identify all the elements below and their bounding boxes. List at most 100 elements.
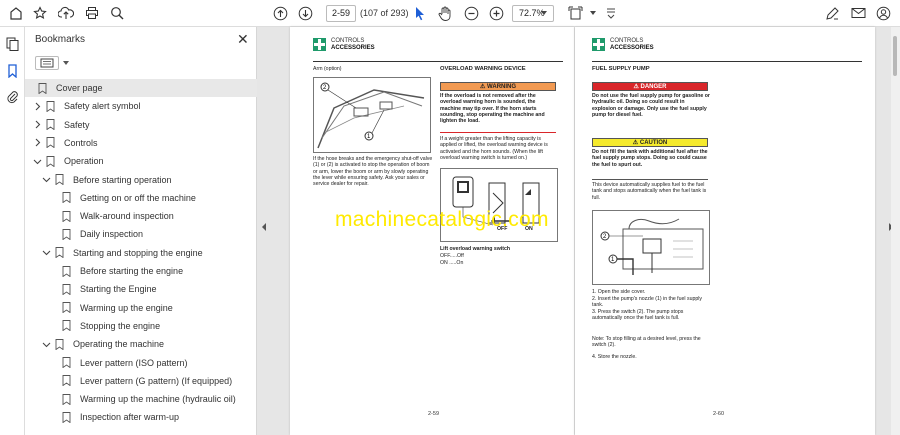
bookmark-item[interactable]: Operation — [25, 152, 257, 170]
close-icon[interactable]: ✕ — [237, 31, 249, 48]
select-cursor-icon[interactable] — [411, 4, 429, 22]
print-icon[interactable] — [83, 4, 101, 22]
chevron-down-icon[interactable] — [42, 248, 51, 257]
caution-rule — [592, 179, 708, 180]
bookmark-label: Walk-around inspection — [80, 211, 174, 222]
home-icon[interactable] — [7, 4, 25, 22]
bookmark-icon — [62, 210, 71, 222]
bookmark-label: Lever pattern (ISO pattern) — [80, 357, 188, 368]
switch-off-line: OFF.....Off — [440, 253, 464, 259]
bookmark-item[interactable]: Lever pattern (G pattern) (If equipped) — [25, 372, 257, 390]
panel-title: Bookmarks — [35, 34, 86, 45]
bookmark-item[interactable]: Walk-around inspection — [25, 207, 257, 225]
navigation-rail — [0, 27, 25, 435]
bookmark-item[interactable]: Safety alert symbol — [25, 97, 257, 115]
chevron-down-icon — [63, 61, 69, 65]
zoom-in-button[interactable] — [487, 4, 505, 22]
star-icon[interactable] — [31, 4, 49, 22]
bookmark-item[interactable]: Before starting operation — [25, 171, 257, 189]
bookmark-item[interactable]: Daily inspection — [25, 225, 257, 243]
bookmark-icon — [46, 119, 55, 131]
chevron-right-icon[interactable] — [33, 120, 42, 129]
document-page-right: CONTROLS ACCESSORIES FUEL SUPPLY PUMP ⚠ … — [575, 27, 875, 435]
bookmark-item[interactable]: Before starting the engine — [25, 262, 257, 280]
arm-title: Arm (option) — [313, 66, 342, 72]
fuel-pump-title: FUEL SUPPLY PUMP — [592, 66, 650, 72]
bookmark-item[interactable]: Starting the Engine — [25, 280, 257, 298]
toolbar-more-icon[interactable] — [604, 4, 618, 22]
attachments-icon[interactable] — [6, 90, 19, 104]
page-header: CONTROLS ACCESSORIES — [313, 38, 573, 56]
bookmark-item[interactable]: Cover page — [25, 79, 257, 97]
arm-figure: 2 1 — [313, 77, 431, 153]
account-icon[interactable] — [874, 4, 892, 22]
previous-page-button[interactable] — [271, 4, 289, 22]
bookmark-icon — [62, 228, 71, 241]
subsection-title: ACCESSORIES — [331, 45, 375, 51]
bookmark-icon — [46, 137, 55, 149]
bookmark-label: Cover page — [56, 83, 103, 93]
page-thumbnails-icon[interactable] — [6, 37, 19, 51]
overload-text: If a weight greater than the lifting cap… — [440, 136, 548, 161]
caution-text: Do not fill the tank with additional fue… — [592, 149, 708, 168]
section-logo-icon — [592, 38, 605, 51]
viewer-scrollbar[interactable] — [891, 27, 900, 435]
bookmark-label: Warming up the engine — [80, 302, 173, 313]
upload-icon[interactable] — [57, 4, 75, 22]
page-fit-icon[interactable] — [566, 4, 584, 22]
bookmark-label: Lever pattern (G pattern) (If equipped) — [80, 375, 233, 386]
bookmark-item[interactable]: Safety — [25, 116, 257, 134]
intro-text: This device automatically supplies fuel … — [592, 182, 707, 201]
arm-text: If the hose breaks and the emergency shu… — [313, 156, 433, 188]
viewer-scrollbar-thumb[interactable] — [893, 36, 897, 76]
edit-pen-icon[interactable] — [823, 4, 841, 22]
fuel-pump-figure: 1 2 — [592, 210, 710, 285]
bookmark-icon — [55, 338, 64, 351]
bookmark-item[interactable]: Warming up the machine (hydraulic oil) — [25, 390, 257, 408]
zoom-search-icon[interactable] — [108, 4, 126, 22]
page-fit-dropdown-icon[interactable] — [586, 4, 600, 22]
chevron-down-icon[interactable] — [42, 175, 51, 184]
bookmark-icon — [55, 247, 64, 259]
warning-triangle-icon: ⚠ — [632, 140, 639, 146]
bookmark-icon — [46, 155, 55, 168]
bookmark-item[interactable]: Controls — [25, 134, 257, 152]
top-toolbar: 2-59 (107 of 293) 72.7% — [0, 0, 900, 27]
switch-on-line: ON .....On — [440, 260, 464, 266]
danger-label: ⚠ DANGER — [592, 82, 708, 91]
bookmark-label: Warming up the machine (hydraulic oil) — [80, 394, 236, 405]
caution-label: ⚠ CAUTION — [592, 138, 708, 147]
bookmark-options-button[interactable] — [35, 56, 59, 70]
header-rule — [592, 61, 862, 62]
zoom-level-select[interactable]: 72.7% — [512, 5, 554, 22]
chevron-right-icon[interactable] — [33, 138, 42, 147]
bookmark-label: Starting and stopping the engine — [73, 247, 203, 258]
bookmarks-icon[interactable] — [6, 64, 19, 79]
hand-tool-icon[interactable] — [436, 4, 454, 22]
bookmark-icon — [62, 283, 71, 296]
bookmark-item[interactable]: Warming up the engine — [25, 299, 257, 317]
mail-icon[interactable] — [849, 4, 867, 22]
bookmark-item[interactable]: Starting and stopping the engine — [25, 244, 257, 262]
note-text: Note: To stop filling at a desired level… — [592, 336, 701, 349]
zoom-out-button[interactable] — [462, 4, 480, 22]
bookmark-item[interactable]: Operating the machine — [25, 335, 257, 353]
next-page-button[interactable] — [296, 4, 314, 22]
caution-label-text: CAUTION — [639, 140, 668, 146]
step-3: 3. Press the switch (2). The pump stops … — [592, 309, 684, 322]
warning-triangle-icon: ⚠ — [479, 84, 486, 90]
bookmark-item[interactable]: Lever pattern (ISO pattern) — [25, 354, 257, 372]
bookmark-label: Safety — [64, 119, 90, 130]
chevron-right-icon[interactable] — [33, 102, 42, 111]
bookmark-icon — [62, 393, 71, 405]
chevron-left-icon[interactable] — [262, 223, 266, 231]
bookmark-item[interactable]: Inspection after warm-up — [25, 408, 257, 426]
chevron-down-icon[interactable] — [42, 340, 51, 349]
step-4: 4. Store the nozzle. — [592, 354, 637, 360]
bookmark-icon — [62, 320, 71, 332]
chevron-down-icon[interactable] — [33, 157, 42, 166]
step-2: 2. Insert the pump's nozzle (1) in the f… — [592, 296, 702, 309]
bookmark-item[interactable]: Stopping the engine — [25, 317, 257, 335]
page-number-input[interactable]: 2-59 — [326, 5, 356, 22]
bookmark-item[interactable]: Getting on or off the machine — [25, 189, 257, 207]
